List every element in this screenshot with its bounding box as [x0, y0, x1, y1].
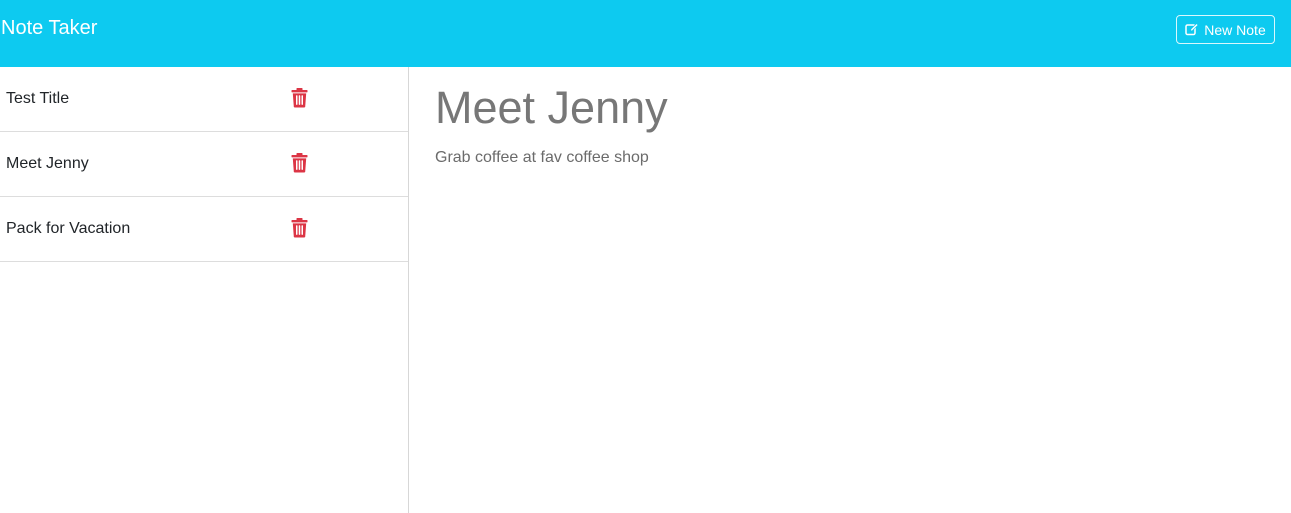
- new-note-button[interactable]: New Note: [1176, 15, 1275, 44]
- note-title-display[interactable]: Meet Jenny: [435, 81, 668, 135]
- trash-icon[interactable]: [291, 218, 308, 238]
- new-note-label: New Note: [1204, 21, 1266, 38]
- trash-icon[interactable]: [291, 88, 308, 108]
- edit-icon: [1185, 23, 1199, 36]
- note-title[interactable]: Meet Jenny: [6, 154, 89, 174]
- note-text-display[interactable]: Grab coffee at fav coffee shop: [435, 148, 649, 168]
- note-list-item[interactable]: Meet Jenny: [0, 132, 408, 197]
- note-editor: Meet Jenny Grab coffee at fav coffee sho…: [409, 67, 1291, 513]
- note-title[interactable]: Test Title: [6, 89, 69, 109]
- note-list-item[interactable]: Test Title: [0, 67, 408, 132]
- notes-sidebar: Test Title Meet Jenny Pack for Vacation: [0, 67, 409, 513]
- note-title[interactable]: Pack for Vacation: [6, 219, 130, 239]
- navbar: Note Taker New Note: [0, 0, 1291, 67]
- note-list-item[interactable]: Pack for Vacation: [0, 197, 408, 262]
- app-brand[interactable]: Note Taker: [1, 16, 97, 40]
- trash-icon[interactable]: [291, 153, 308, 173]
